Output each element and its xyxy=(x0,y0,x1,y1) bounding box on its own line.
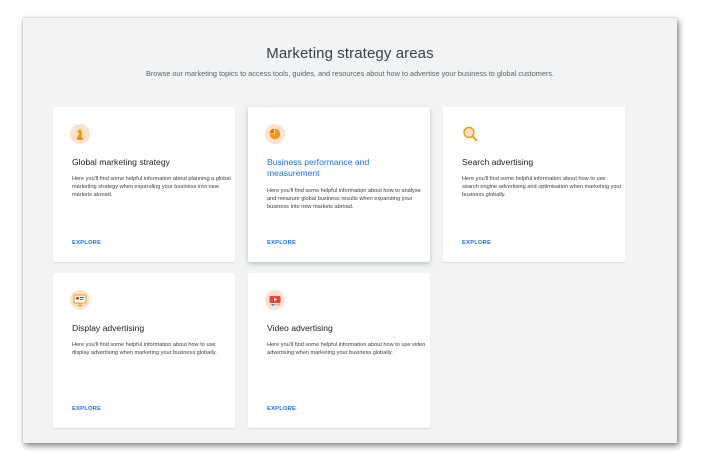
explore-link[interactable]: EXPLORE xyxy=(72,406,101,412)
card-global-marketing-strategy[interactable]: Global marketing strategy Here you'll fi… xyxy=(53,107,235,262)
card-business-performance[interactable]: Business performance and measurement Her… xyxy=(248,107,430,262)
card-title: Display advertising xyxy=(72,323,145,333)
explore-link[interactable]: EXPLORE xyxy=(267,406,296,412)
card-video-advertising[interactable]: Video advertising Here you'll find some … xyxy=(248,273,430,428)
card-title: Search advertising xyxy=(462,157,534,167)
display-screen-icon xyxy=(70,290,90,310)
chess-knight-icon xyxy=(70,124,90,144)
magnifier-icon xyxy=(460,124,480,144)
explore-link[interactable]: EXPLORE xyxy=(267,240,296,246)
card-title: Video advertising xyxy=(267,323,333,333)
card-title: Global marketing strategy xyxy=(72,157,170,167)
card-description: Here you'll find some helpful informatio… xyxy=(267,342,426,357)
page-frame: Marketing strategy areas Browse our mark… xyxy=(23,18,677,443)
video-player-icon xyxy=(265,290,285,310)
card-description: Here you'll find some helpful informatio… xyxy=(72,342,217,357)
card-description: Here you'll find some helpful informatio… xyxy=(462,176,622,199)
card-display-advertising[interactable]: Display advertising Here you'll find som… xyxy=(53,273,235,428)
pie-chart-icon xyxy=(265,124,285,144)
card-description: Here you'll find some helpful informatio… xyxy=(72,176,231,199)
card-search-advertising[interactable]: Search advertising Here you'll find some… xyxy=(443,107,625,262)
explore-link[interactable]: EXPLORE xyxy=(462,240,491,246)
page-title: Marketing strategy areas xyxy=(266,45,434,62)
page-subtitle: Browse our marketing topics to access to… xyxy=(145,69,555,78)
card-title[interactable]: Business performance and measurement xyxy=(267,157,417,179)
explore-link[interactable]: EXPLORE xyxy=(72,240,101,246)
card-description: Here you'll find some helpful informatio… xyxy=(267,188,421,211)
